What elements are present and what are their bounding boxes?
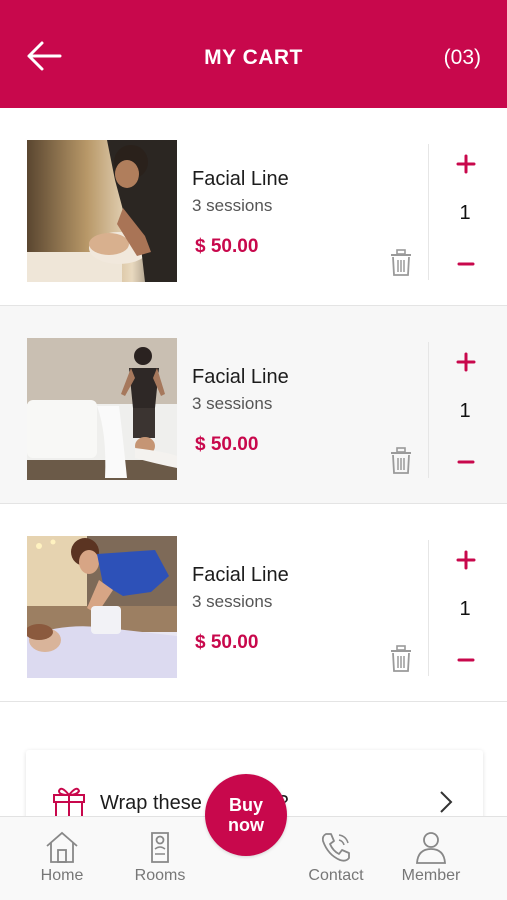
cart-count: (03) [443,46,481,69]
nav-label-contact: Contact [308,867,364,884]
nav-label-member: Member [401,867,461,884]
buy-now-label-line2: now [228,815,264,835]
nav-tab-contact[interactable]: Contact [298,817,374,900]
decrease-quantity-button[interactable] [452,448,480,476]
nav-label-home: Home [40,867,84,884]
door-hanger-icon [151,832,169,863]
page-title: MY CART [204,46,303,69]
item-sessions: 3 sessions [192,196,273,215]
decrease-quantity-button[interactable] [452,250,480,278]
phone-icon [321,833,350,862]
nav-tab-member[interactable]: Member [392,817,470,900]
decrease-quantity-button[interactable] [452,646,480,674]
buy-now-button[interactable]: Buy now [205,774,287,856]
gift-icon [51,783,87,819]
trash-icon[interactable] [389,645,413,673]
divider [428,540,429,676]
item-price: $ 50.00 [195,434,259,455]
item-name: Facial Line [192,366,289,388]
cart-item-list: Facial Line 3 sessions $ 50.00 1 Facial … [0,108,507,702]
divider [428,144,429,280]
chevron-right-icon [439,790,453,814]
buy-now-label-line1: Buy [228,795,263,815]
spa-therapist-photo [27,338,177,480]
item-name: Facial Line [192,168,289,190]
increase-quantity-button[interactable] [452,150,480,178]
item-price: $ 50.00 [195,236,259,257]
item-sessions: 3 sessions [192,394,273,413]
massage-treatment-photo [27,536,177,678]
cart-item: Facial Line 3 sessions $ 50.00 1 [0,504,507,702]
app-header: MY CART (03) [0,0,507,108]
cart-item: Facial Line 3 sessions $ 50.00 1 [0,108,507,306]
item-name: Facial Line [192,564,289,586]
nav-tab-home[interactable]: Home [24,817,100,900]
cart-item: Facial Line 3 sessions $ 50.00 1 [0,306,507,504]
item-quantity: 1 [459,400,471,422]
trash-icon[interactable] [389,249,413,277]
increase-quantity-button[interactable] [452,546,480,574]
increase-quantity-button[interactable] [452,348,480,376]
home-icon [46,831,78,863]
item-quantity: 1 [459,598,471,620]
user-icon [416,832,446,864]
nav-tab-rooms[interactable]: Rooms [122,817,198,900]
facial-treatment-photo [27,140,177,282]
nav-label-rooms: Rooms [134,867,186,884]
item-quantity: 1 [459,202,471,224]
item-price: $ 50.00 [195,632,259,653]
item-sessions: 3 sessions [192,592,273,611]
divider [428,342,429,478]
trash-icon[interactable] [389,447,413,475]
